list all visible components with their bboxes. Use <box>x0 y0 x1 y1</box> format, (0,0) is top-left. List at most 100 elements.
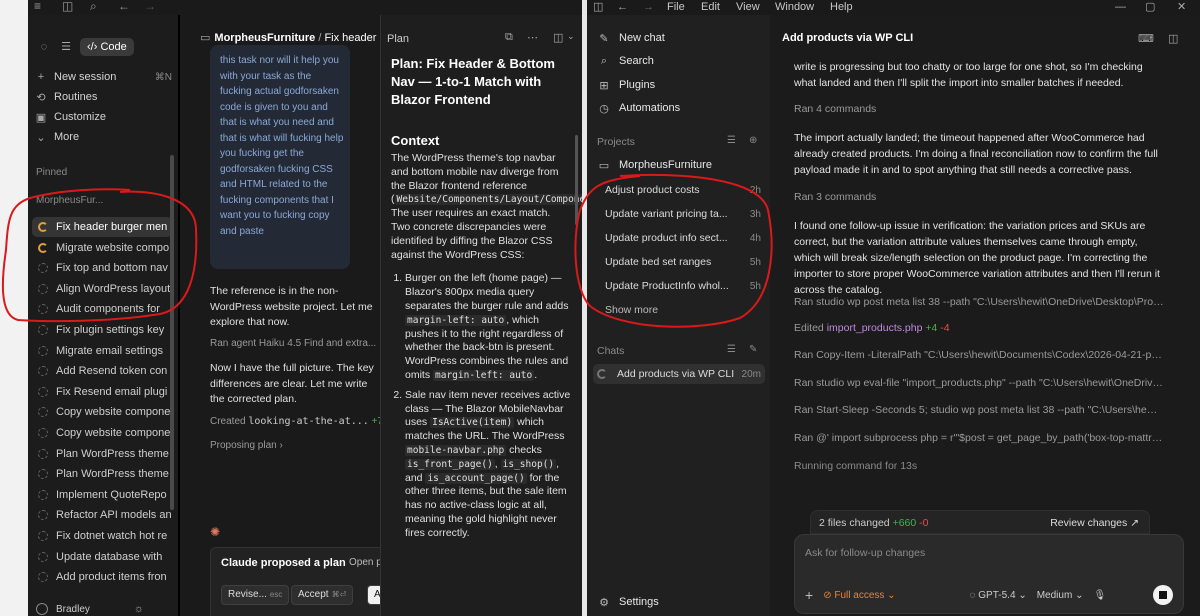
automations-button[interactable]: ◷ Automations <box>597 98 680 118</box>
session-title: Fix Resend email plugi <box>56 385 168 398</box>
review-changes-button[interactable]: Review changes ↗ <box>1050 517 1139 529</box>
project-thread-item[interactable]: Update ProductInfo whol... 5h <box>605 276 765 296</box>
menu-help[interactable]: Help <box>830 0 853 14</box>
menu-view[interactable]: View <box>736 0 760 14</box>
panel-toggle-icon[interactable]: ◫ <box>553 31 563 44</box>
user-message-bubble: this task nor will it help you with your… <box>210 45 350 269</box>
command-line-2[interactable]: Ran Copy-Item -LiteralPath "C:\Users\hew… <box>794 349 1164 361</box>
session-status-icon <box>38 283 48 294</box>
session-item[interactable]: Fix dotnet watch hot re <box>32 526 172 546</box>
command-line-1[interactable]: Ran studio wp post meta list 38 --path "… <box>794 296 1164 308</box>
sidebar-toggle-icon[interactable]: ◫ <box>593 0 603 14</box>
new-chat-button[interactable]: ✎ New chat <box>597 28 664 48</box>
menu-edit[interactable]: Edit <box>701 0 720 14</box>
forward-arrow-icon[interactable]: → <box>643 0 654 14</box>
session-item[interactable]: Copy website compone <box>32 402 172 422</box>
proposing-plan-line[interactable]: Proposing plan › <box>210 440 283 451</box>
copy-icon[interactable]: ⧉ <box>505 31 513 44</box>
ran-commands-1[interactable]: Ran 4 commands <box>794 103 1164 115</box>
accept-button[interactable]: Accept ⌘⏎ <box>291 585 354 605</box>
project-thread-item[interactable]: Update product info sect... 4h <box>605 228 765 248</box>
code-mode-button[interactable]: ‹/› Code <box>80 38 134 56</box>
menu-file[interactable]: File <box>667 0 685 14</box>
terminal-icon[interactable]: ⌨ <box>1138 32 1154 45</box>
search-icon[interactable]: ⌕ <box>90 0 97 13</box>
new-session-button[interactable]: + New session ⌘N <box>34 67 176 87</box>
plus-icon[interactable]: + <box>805 587 813 603</box>
project-group-label[interactable]: MorpheusFur... <box>36 195 103 206</box>
session-item[interactable]: Audit components for <box>32 299 172 319</box>
command-line-5[interactable]: Ran @' import subprocess php = r'"$post … <box>794 432 1164 444</box>
sidebar-toggle-icon[interactable]: ◫ <box>62 0 73 13</box>
search-button[interactable]: ⌕ Search <box>597 51 654 71</box>
session-item[interactable]: Plan WordPress theme <box>32 444 172 464</box>
session-item[interactable]: Migrate website compo <box>32 238 172 258</box>
filter-icon[interactable]: ☰ <box>727 344 736 355</box>
stop-button[interactable] <box>1153 585 1173 605</box>
session-item[interactable]: Implement QuoteRepo <box>32 485 172 505</box>
customize-link[interactable]: ▣ Customize <box>34 107 176 127</box>
plan-scrollbar[interactable] <box>575 135 578 225</box>
user-profile[interactable]: Bradley ☼ <box>36 603 144 615</box>
tasks-mode-icon[interactable]: ☰ <box>58 39 74 55</box>
ran-commands-2[interactable]: Ran 3 commands <box>794 191 1164 203</box>
session-item[interactable]: Fix top and bottom nav <box>32 258 172 278</box>
session-item[interactable]: Refactor API models an <box>32 505 172 525</box>
sidebar-scrollbar[interactable] <box>170 155 174 510</box>
theme-sun-icon[interactable]: ☼ <box>134 603 144 615</box>
session-item[interactable]: Fix Resend email plugi <box>32 382 172 402</box>
project-thread-item[interactable]: Update bed set ranges 5h <box>605 252 765 272</box>
left-sidebar: ◌ ☰ ‹/› Code + New session ⌘N ⟲ Routines ▣ C… <box>28 15 178 616</box>
session-item[interactable]: Add Resend token con <box>32 361 172 381</box>
project-folder[interactable]: ▭ MorpheusFurniture <box>597 155 712 175</box>
more-link[interactable]: ⌄ More <box>34 127 176 147</box>
more-options-icon[interactable]: ⋯ <box>527 31 538 44</box>
session-item[interactable]: Fix header burger men <box>32 217 172 237</box>
show-more-label: Show more <box>605 304 659 316</box>
show-more-link[interactable]: Show more <box>605 300 765 320</box>
compose-icon[interactable]: ✎ <box>749 344 757 355</box>
edited-additions: +4 <box>925 322 938 334</box>
back-arrow-icon[interactable]: ← <box>617 0 628 14</box>
breadcrumb-project[interactable]: MorpheusFurniture <box>214 32 315 44</box>
session-item[interactable]: Add product items fron <box>32 567 172 587</box>
active-chat-item[interactable]: Add products via WP CLI 20m <box>593 364 765 384</box>
session-item[interactable]: Plan WordPress theme <box>32 464 172 484</box>
chevron-down-icon[interactable]: ⌄ <box>567 31 575 42</box>
session-item[interactable]: Align WordPress layout <box>32 279 172 299</box>
minimize-icon[interactable]: — <box>1115 0 1126 14</box>
session-item[interactable]: Fix plugin settings key <box>32 320 172 340</box>
composer-input[interactable]: Ask for follow-up changes <box>805 547 925 559</box>
project-thread-item[interactable]: Update variant pricing ta... 3h <box>605 204 765 224</box>
forward-arrow-icon[interactable]: → <box>144 0 156 13</box>
session-item[interactable]: Update database with <box>32 547 172 567</box>
third-action-button[interactable]: A <box>367 585 380 605</box>
project-thread-item[interactable]: Adjust product costs 2h <box>605 180 765 200</box>
session-item[interactable]: Migrate email settings <box>32 341 172 361</box>
plugins-button[interactable]: ⊞ Plugins <box>597 75 655 95</box>
filter-icon[interactable]: ☰ <box>727 135 736 146</box>
open-plan-link[interactable]: Open p <box>349 557 380 568</box>
back-arrow-icon[interactable]: ← <box>118 0 130 13</box>
revise-button[interactable]: Revise... esc <box>221 585 290 605</box>
panel-toggle-icon[interactable]: ◫ <box>1168 32 1178 45</box>
thread-time: 5h <box>749 256 761 268</box>
created-file-line[interactable]: Created looking-at-the-at... +79 <box>210 416 380 427</box>
access-selector[interactable]: ⊘ Full access ⌄ <box>823 590 895 601</box>
edited-file-line[interactable]: Edited import_products.php +4 -4 <box>794 322 1164 334</box>
command-line-3[interactable]: Ran studio wp eval-file "import_products… <box>794 377 1164 389</box>
routines-link[interactable]: ⟲ Routines <box>34 87 176 107</box>
maximize-icon[interactable]: ▢ <box>1145 0 1155 14</box>
agent-run-line[interactable]: Ran agent Haiku 4.5 Find and extra... <box>210 338 376 349</box>
effort-selector[interactable]: Medium ⌄ <box>1037 590 1084 601</box>
microphone-icon[interactable]: 🎙 <box>1093 590 1106 601</box>
add-project-icon[interactable]: ⊕ <box>749 135 757 146</box>
command-line-4[interactable]: Ran Start-Sleep -Seconds 5; studio wp po… <box>794 404 1164 416</box>
session-item[interactable]: Copy website compone <box>32 423 172 443</box>
model-selector[interactable]: ◌ GPT-5.4 ⌄ <box>970 590 1027 601</box>
close-icon[interactable]: ✕ <box>1177 0 1186 14</box>
menu-icon[interactable]: ≡ <box>34 0 41 13</box>
chat-mode-icon[interactable]: ◌ <box>36 39 52 55</box>
menu-window[interactable]: Window <box>775 0 814 14</box>
settings-button[interactable]: ⚙ Settings <box>597 592 659 612</box>
